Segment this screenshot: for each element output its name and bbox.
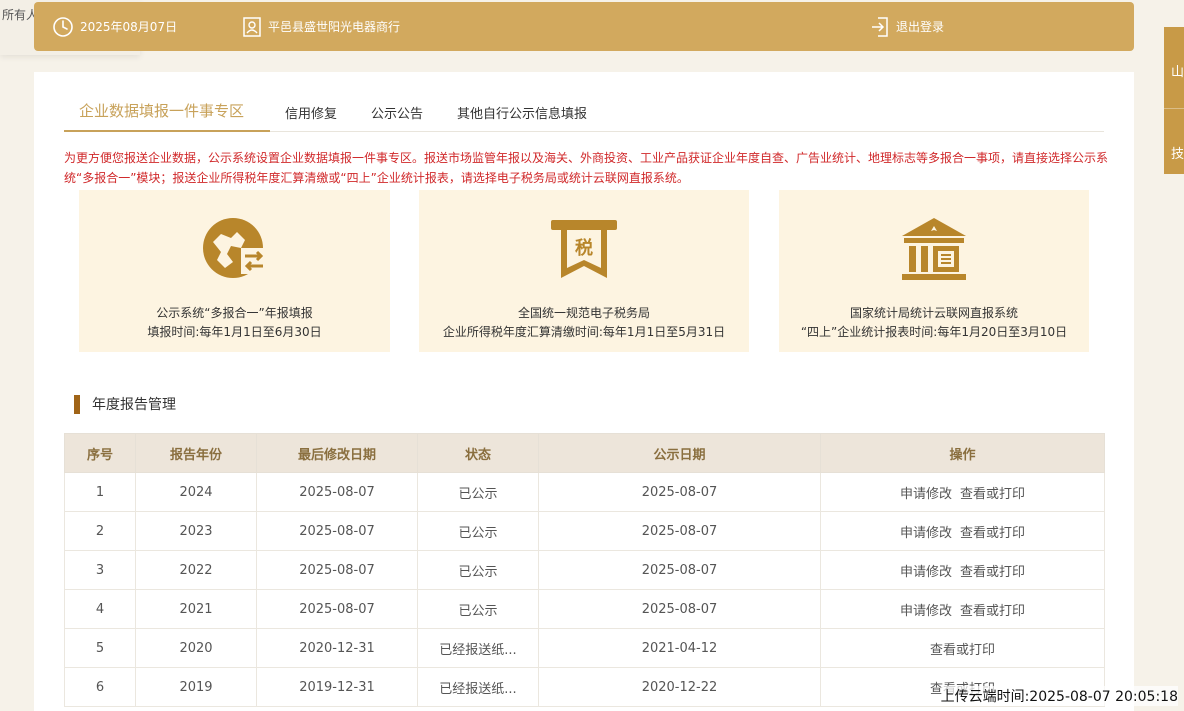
top-header-bar: 2025年08月07日 平邑县盛世阳光电器商行 退出登录 — [34, 2, 1134, 51]
cell-modified: 2020-12-31 — [256, 628, 418, 668]
cell-status: 已经报送纸... — [417, 667, 539, 707]
header-company-name: 平邑县盛世阳光电器商行 — [268, 20, 401, 34]
col-header-year: 报告年份 — [135, 433, 257, 473]
logout-button[interactable]: 退出登录 — [870, 2, 944, 51]
apply-modify-link[interactable]: 申请修改 — [900, 487, 952, 502]
bank-building-icon — [902, 218, 966, 280]
side-nav: 山 技 — [1164, 27, 1184, 174]
upload-time-label: 上传云端时间:2025-08-07 20:05:18 — [940, 686, 1178, 706]
user-badge-icon — [243, 16, 261, 37]
section-marker — [74, 394, 80, 414]
cell-actions: 申请修改 查看或打印 — [820, 589, 1105, 629]
header-date-text: 2025年08月07日 — [80, 20, 178, 34]
card-title: 全国统一规范电子税务局 — [517, 306, 650, 320]
owner-label: 所有人 — [2, 8, 39, 22]
cell-published: 2025-08-07 — [538, 511, 821, 551]
col-header-status: 状态 — [417, 433, 539, 473]
cell-published: 2021-04-12 — [538, 628, 821, 668]
apply-modify-link[interactable]: 申请修改 — [900, 604, 952, 619]
header-date: 2025年08月07日 — [52, 2, 177, 51]
card-annual-report[interactable]: 公示系统“多报合一”年报填报 填报时间:每年1月1日至6月30日 — [79, 190, 390, 352]
card-tax-bureau[interactable]: 税 全国统一规范电子税务局 企业所得税年度汇算清缴时间:每年1月1日至5月31日 — [419, 190, 749, 352]
table-row: 3 2022 2025-08-07 已公示 2025-08-07 申请修改 查看或打印 — [64, 550, 1105, 590]
cell-no: 6 — [64, 667, 136, 707]
view-print-link[interactable]: 查看或打印 — [960, 487, 1025, 502]
view-print-link[interactable]: 查看或打印 — [960, 604, 1025, 619]
cell-modified: 2025-08-07 — [256, 511, 418, 551]
cell-year: 2019 — [135, 667, 257, 707]
annual-report-table: 序号 报告年份 最后修改日期 状态 公示日期 操作 1 2024 2025-08-0… — [64, 433, 1105, 707]
col-header-published: 公示日期 — [538, 433, 821, 473]
side-nav-divider — [1164, 108, 1184, 109]
card-title: 公示系统“多报合一”年报填报 — [156, 306, 313, 320]
tab-bar: 企业数据填报一件事专区 信用修复 公示公告 其他自行公示信息填报 — [64, 97, 1104, 132]
header-company: 平邑县盛世阳光电器商行 — [242, 2, 400, 51]
apply-modify-link[interactable]: 申请修改 — [900, 526, 952, 541]
apply-modify-link[interactable]: 申请修改 — [900, 565, 952, 580]
svg-text:税: 税 — [575, 237, 593, 259]
cell-modified: 2025-08-07 — [256, 472, 418, 512]
cell-status: 已经报送纸... — [417, 628, 539, 668]
col-header-no: 序号 — [64, 433, 136, 473]
side-nav-item-2[interactable]: 技 — [1171, 143, 1184, 162]
logout-label: 退出登录 — [896, 20, 945, 34]
side-nav-item-1[interactable]: 山 — [1171, 61, 1184, 80]
view-print-link[interactable]: 查看或打印 — [960, 565, 1025, 580]
section-header: 年度报告管理 — [74, 394, 176, 414]
tax-ticket-icon: 税 — [551, 220, 617, 278]
tab-data-filing[interactable]: 企业数据填报一件事专区 — [64, 97, 270, 132]
cell-status: 已公示 — [417, 472, 539, 512]
cell-actions: 查看或打印 — [820, 628, 1105, 668]
cell-no: 5 — [64, 628, 136, 668]
cell-year: 2020 — [135, 628, 257, 668]
view-print-link[interactable]: 查看或打印 — [930, 643, 995, 658]
cell-no: 4 — [64, 589, 136, 629]
cell-modified: 2025-08-07 — [256, 589, 418, 629]
cell-published: 2020-12-22 — [538, 667, 821, 707]
main-panel: 企业数据填报一件事专区 信用修复 公示公告 其他自行公示信息填报 为更方便您报送… — [34, 72, 1134, 711]
clock-icon — [53, 16, 73, 37]
view-print-link[interactable]: 查看或打印 — [960, 526, 1025, 541]
card-subtitle: “四上”企业统计报表时间:每年1月20日至3月10日 — [800, 325, 1068, 339]
cell-year: 2024 — [135, 472, 257, 512]
cell-modified: 2025-08-07 — [256, 550, 418, 590]
card-subtitle: 填报时间:每年1月1日至6月30日 — [147, 325, 322, 339]
logout-icon — [872, 16, 888, 37]
cell-year: 2021 — [135, 589, 257, 629]
table-header-row: 序号 报告年份 最后修改日期 状态 公示日期 操作 — [64, 433, 1105, 473]
cell-actions: 申请修改 查看或打印 — [820, 472, 1105, 512]
cell-no: 2 — [64, 511, 136, 551]
table-row: 2 2023 2025-08-07 已公示 2025-08-07 申请修改 查看或打印 — [64, 511, 1105, 551]
card-subtitle: 企业所得税年度汇算清缴时间:每年1月1日至5月31日 — [442, 325, 726, 339]
table-row: 5 2020 2020-12-31 已经报送纸... 2021-04-12 查看或打印 — [64, 628, 1105, 668]
card-statistics[interactable]: 国家统计局统计云联网直报系统 “四上”企业统计报表时间:每年1月20日至3月10… — [779, 190, 1089, 352]
tab-public-notice[interactable]: 公示公告 — [371, 97, 423, 132]
cell-published: 2025-08-07 — [538, 472, 821, 512]
cell-no: 3 — [64, 550, 136, 590]
cell-year: 2022 — [135, 550, 257, 590]
cell-actions: 申请修改 查看或打印 — [820, 550, 1105, 590]
col-header-actions: 操作 — [820, 433, 1105, 473]
cell-year: 2023 — [135, 511, 257, 551]
notice-text: 为更方便您报送企业数据，公示系统设置企业数据填报一件事专区。报送市场监管年报以及… — [64, 151, 1109, 185]
cell-no: 1 — [64, 472, 136, 512]
cell-actions: 申请修改 查看或打印 — [820, 511, 1105, 551]
cell-status: 已公示 — [417, 511, 539, 551]
cell-status: 已公示 — [417, 589, 539, 629]
cell-published: 2025-08-07 — [538, 589, 821, 629]
map-exchange-icon — [202, 218, 267, 278]
table-row: 1 2024 2025-08-07 已公示 2025-08-07 申请修改 查看或打印 — [64, 472, 1105, 512]
tab-credit-repair[interactable]: 信用修复 — [285, 97, 337, 132]
section-title: 年度报告管理 — [92, 397, 176, 413]
col-header-modified: 最后修改日期 — [256, 433, 418, 473]
cell-modified: 2019-12-31 — [256, 667, 418, 707]
cell-status: 已公示 — [417, 550, 539, 590]
table-row: 4 2021 2025-08-07 已公示 2025-08-07 申请修改 查看或打印 — [64, 589, 1105, 629]
cell-published: 2025-08-07 — [538, 550, 821, 590]
tab-other-disclosure[interactable]: 其他自行公示信息填报 — [457, 97, 587, 132]
card-title: 国家统计局统计云联网直报系统 — [849, 306, 1018, 320]
